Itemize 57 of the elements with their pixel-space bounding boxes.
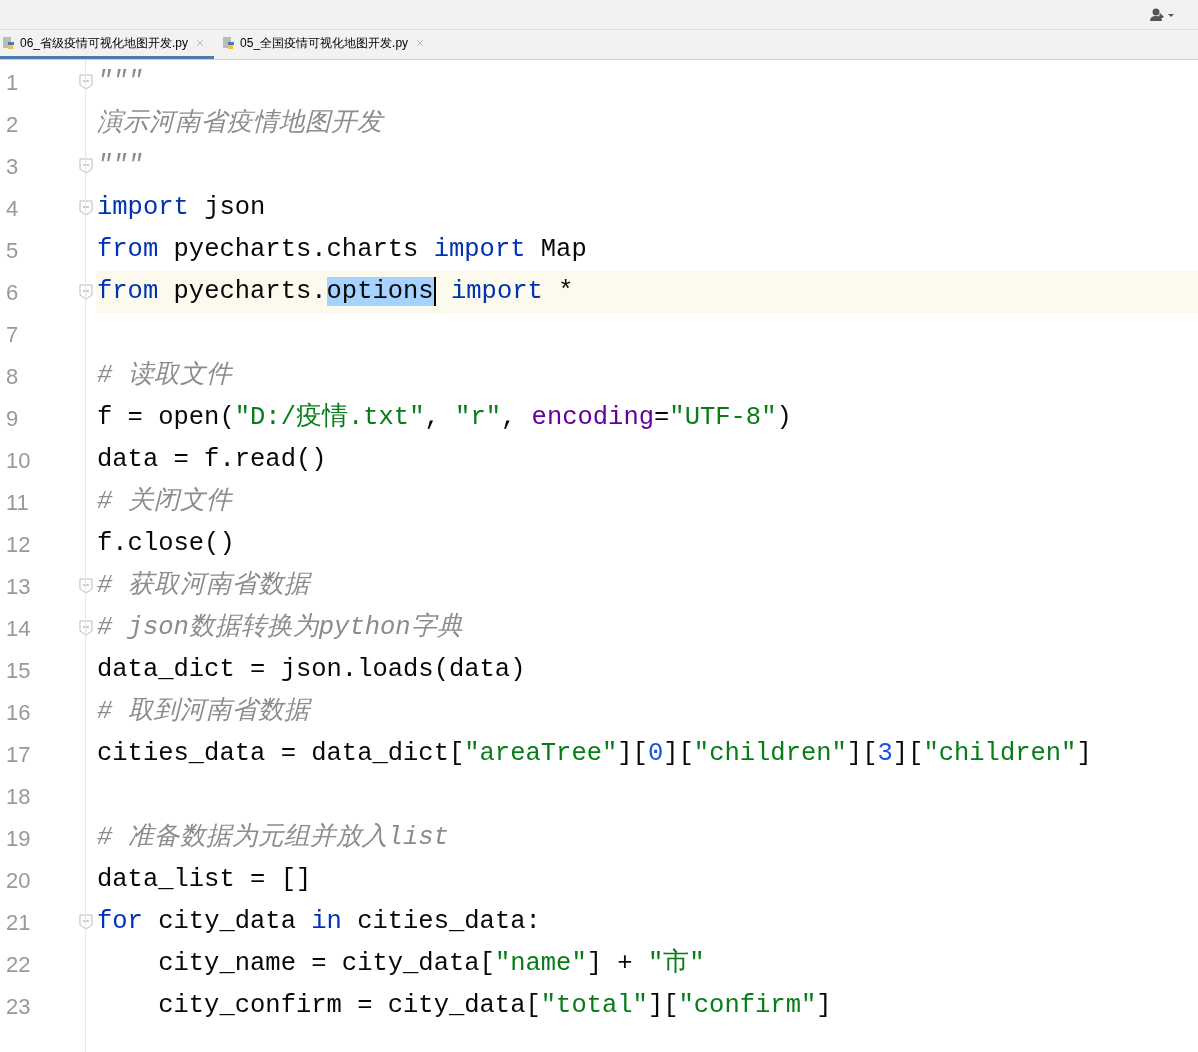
user-icon[interactable] [1150, 7, 1176, 22]
fold-icon[interactable] [79, 200, 93, 216]
fold-icon[interactable] [79, 74, 93, 90]
code-line: 演示河南省疫情地图开发 [96, 107, 383, 140]
code-line: f = open("D:/疫情.txt", "r", encoding="UTF-8") [96, 401, 792, 434]
code-line: data_dict = json.loads(data) [96, 654, 526, 686]
code-line: # 关闭文件 [96, 485, 232, 518]
line-number: 10 [6, 446, 31, 475]
line-number: 13 [6, 572, 31, 601]
line-number: 18 [6, 782, 31, 811]
code-line: f.close() [96, 528, 235, 560]
code-line: # 读取文件 [96, 360, 232, 392]
line-number: 19 [6, 824, 31, 853]
fold-icon[interactable] [79, 578, 93, 594]
code-line: cities_data = data_dict["areaTree"][0]["children"][3]["children"] [96, 738, 1092, 770]
line-number: 3 [6, 152, 19, 181]
code-line: data_list = [] [96, 864, 312, 896]
line-number: 17 [6, 740, 31, 769]
line-number: 8 [6, 362, 19, 391]
fold-icon[interactable] [79, 620, 93, 636]
code-line: # 获取河南省数据 [96, 570, 310, 602]
line-number: 1 [6, 68, 19, 97]
code-line: from pyecharts.charts import Map [96, 234, 587, 266]
code-line: data = f.read() [96, 444, 327, 476]
code-line: city_name = city_data["name"] + "市" [157, 947, 705, 980]
line-number: 11 [6, 488, 29, 517]
code-line: from pyecharts.options import * [96, 276, 574, 308]
line-number: 20 [6, 866, 31, 895]
code-line: # 准备数据为元组并放入list [96, 821, 449, 854]
line-number: 6 [6, 278, 19, 307]
line-number: 22 [6, 950, 31, 979]
line-number: 4 [6, 194, 19, 223]
code-line: # json数据转换为python字典 [96, 611, 463, 644]
line-number: 15 [6, 656, 31, 685]
line-number: 7 [6, 320, 19, 349]
line-number: 23 [6, 992, 31, 1021]
fold-icon[interactable] [79, 158, 93, 174]
python-file-icon [222, 36, 237, 50]
python-file-icon [2, 36, 16, 50]
code-line: # 取到河南省数据 [96, 696, 310, 728]
line-number: 16 [6, 698, 31, 727]
code-line: """ [96, 66, 143, 98]
code-line: import json [96, 192, 266, 224]
code-line: city_confirm = city_data["total"]["confirm"] [157, 990, 832, 1022]
line-number: 14 [6, 614, 31, 643]
line-number: 9 [6, 404, 19, 433]
file-tab[interactable]: 05_全国疫情可视化地图开发.py [214, 30, 435, 59]
line-number: 5 [6, 236, 19, 265]
code-line: for city_data in cities_data: [96, 906, 541, 938]
close-icon[interactable] [416, 39, 425, 47]
line-number: 12 [6, 530, 31, 559]
code-line: """ [96, 150, 143, 182]
line-number: 2 [6, 110, 19, 139]
line-number: 21 [6, 908, 31, 937]
fold-icon[interactable] [79, 284, 93, 300]
close-icon[interactable] [196, 39, 205, 47]
fold-icon[interactable] [79, 914, 93, 930]
